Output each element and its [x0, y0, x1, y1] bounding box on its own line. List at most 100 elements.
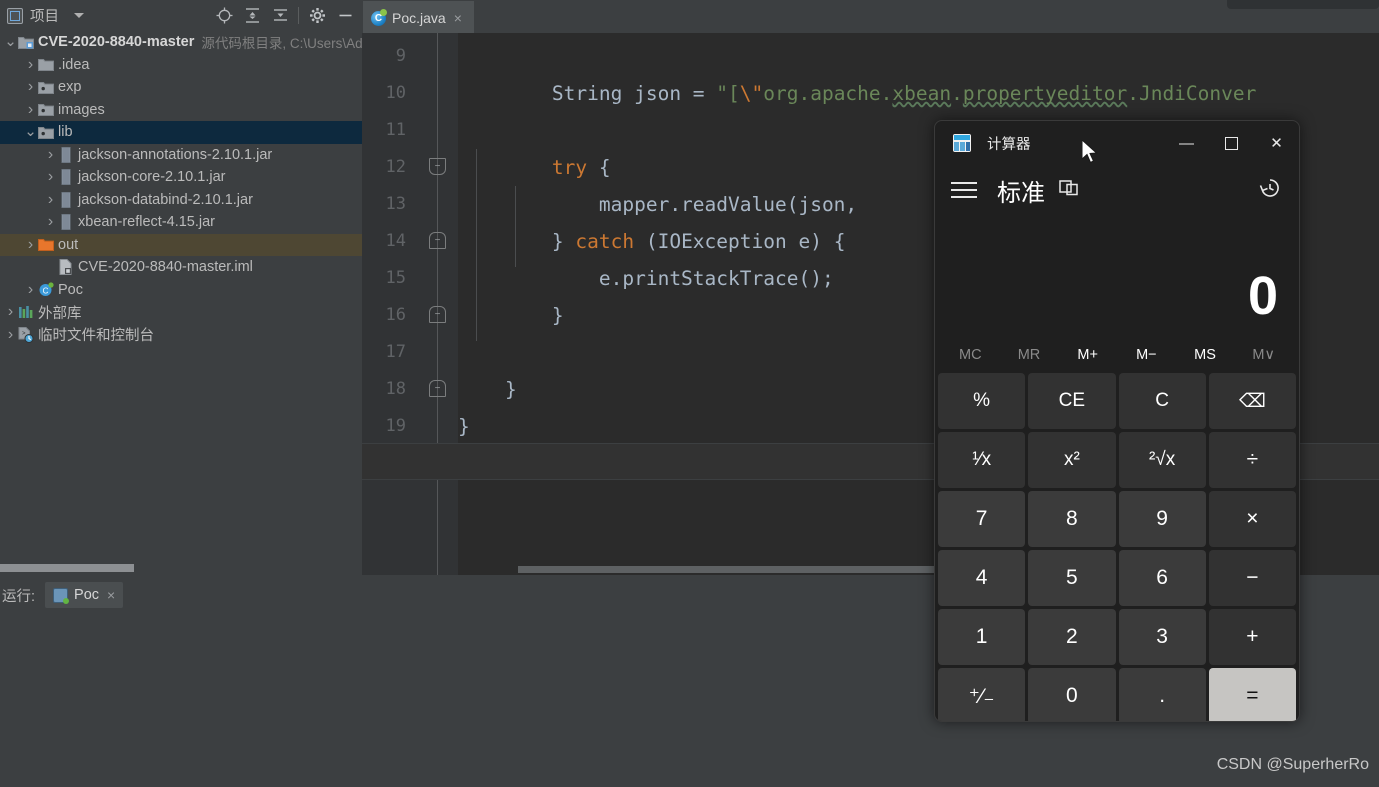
code-line[interactable]: } [458, 371, 517, 408]
close-icon[interactable]: × [107, 587, 115, 603]
calc-key-multiply[interactable]: × [1208, 491, 1296, 547]
chevron-right-icon[interactable]: › [24, 101, 37, 119]
tree-item[interactable]: › jackson-core-2.10.1.jar [0, 166, 362, 189]
calc-key-percent[interactable]: % [938, 373, 1026, 429]
tree-item[interactable]: › exp [0, 76, 362, 99]
calc-key-digit-8[interactable]: 8 [1028, 491, 1116, 547]
minimize-button[interactable]: — [1164, 121, 1209, 165]
project-tree[interactable]: ⌄ CVE-2020-8840-master 源代码根目录, C:\Users\Ad… [0, 31, 362, 561]
memory-button-m[interactable]: M− [1117, 347, 1176, 363]
calculator-window[interactable]: 计算器 — ✕ 标准 0 MC MR M+ M− MS M∨ % CE C ⌫ … [934, 120, 1300, 722]
tree-item[interactable]: › xbean-reflect-4.15.jar [0, 211, 362, 234]
calc-key-digit-4[interactable]: 4 [938, 550, 1026, 606]
fold-collapse-icon[interactable]: − [429, 380, 446, 397]
chevron-down-icon[interactable]: ⌄ [4, 34, 17, 49]
tree-item[interactable]: › C Poc [0, 279, 362, 302]
memory-button-m+[interactable]: M+ [1058, 347, 1117, 363]
scrollbar-thumb[interactable] [518, 566, 948, 573]
tree-item[interactable]: ⌄ lib [0, 121, 362, 144]
calc-key-reciprocal[interactable]: ¹⁄x [938, 432, 1026, 488]
code-line[interactable]: } [458, 408, 470, 445]
chevron-right-icon[interactable]: › [24, 56, 37, 74]
code-line[interactable]: } [458, 297, 564, 334]
tree-item[interactable]: › >_ 临时文件和控制台 [0, 324, 362, 347]
maximize-button[interactable] [1209, 121, 1254, 165]
tree-item-label: jackson-core-2.10.1.jar [78, 169, 226, 186]
hamburger-icon[interactable] [951, 182, 981, 198]
code-line[interactable]: try { [458, 149, 611, 186]
code-line[interactable]: } catch (IOException e) { [458, 223, 846, 260]
keep-on-top-icon[interactable] [1059, 179, 1079, 202]
calc-key-digit-2[interactable]: 2 [1028, 609, 1116, 665]
fold-collapse-icon[interactable]: − [429, 306, 446, 323]
calc-key-digit-0[interactable]: 0 [1028, 668, 1116, 721]
tree-item[interactable]: CVE-2020-8840-master.iml [0, 256, 362, 279]
code-folding-column[interactable]: − − − − [416, 33, 458, 575]
calc-key-plus-minus[interactable]: ⁺⁄₋ [938, 668, 1026, 721]
minimize-icon[interactable] [331, 2, 359, 30]
calc-key-backspace[interactable]: ⌫ [1208, 373, 1296, 429]
calculator-titlebar[interactable]: 计算器 — ✕ [935, 121, 1299, 165]
chevron-right-icon[interactable]: › [44, 191, 57, 209]
chevron-right-icon[interactable]: › [24, 236, 37, 254]
excluded-folder-icon [37, 237, 54, 252]
chevron-right-icon[interactable]: › [44, 213, 57, 231]
calc-key-digit-9[interactable]: 9 [1118, 491, 1206, 547]
tree-item-sublabel: 源代码根目录, C:\Users\Ad [201, 36, 362, 52]
fold-collapse-icon[interactable]: − [429, 232, 446, 249]
expand-all-icon[interactable] [238, 2, 266, 30]
settings-gear-icon[interactable] [303, 2, 331, 30]
project-horizontal-scrollbar[interactable] [0, 561, 362, 575]
run-tab-poc[interactable]: Poc × [45, 582, 124, 608]
locate-icon[interactable] [210, 2, 238, 30]
calc-key-digit-7[interactable]: 7 [938, 491, 1026, 547]
code-token: org.apache. [763, 82, 893, 105]
calc-key-digit-1[interactable]: 1 [938, 609, 1026, 665]
memory-button-mc[interactable]: MC [941, 347, 1000, 363]
calc-key-digit-5[interactable]: 5 [1028, 550, 1116, 606]
memory-button-mr[interactable]: MR [1000, 347, 1059, 363]
memory-button-ms[interactable]: MS [1176, 347, 1235, 363]
code-token: e.printStackTrace(); [458, 267, 834, 290]
calc-key-clear[interactable]: C [1118, 373, 1206, 429]
tree-item[interactable]: › 外部库 [0, 301, 362, 324]
history-icon[interactable] [1259, 177, 1281, 204]
chevron-right-icon[interactable]: › [44, 168, 57, 186]
calc-key-digit-3[interactable]: 3 [1118, 609, 1206, 665]
chevron-down-icon[interactable] [74, 13, 84, 18]
calc-key-decimal-point[interactable]: . [1118, 668, 1206, 721]
tree-item[interactable]: › jackson-annotations-2.10.1.jar [0, 144, 362, 167]
collapse-all-icon[interactable] [266, 2, 294, 30]
screen: 项目 ⌄ CVE-2020-8840-master 源代码根目录, C:\Use… [0, 0, 1379, 787]
tree-item[interactable]: › .idea [0, 54, 362, 77]
tree-item[interactable]: ⌄ CVE-2020-8840-master 源代码根目录, C:\Users\Ad [0, 31, 362, 54]
calc-key-add[interactable]: + [1208, 609, 1296, 665]
calc-key-digit-6[interactable]: 6 [1118, 550, 1206, 606]
calc-key-square[interactable]: x² [1028, 432, 1116, 488]
close-button[interactable]: ✕ [1254, 121, 1299, 165]
close-icon[interactable]: × [454, 10, 462, 26]
project-toolbar: 项目 [0, 0, 362, 31]
calc-key-square-root[interactable]: ²√x [1118, 432, 1206, 488]
calc-key-equals[interactable]: = [1208, 668, 1296, 721]
code-line[interactable]: String json = "[\"org.apache.xbean.prope… [458, 75, 1256, 112]
code-token: xbean [892, 82, 952, 105]
tree-item[interactable]: › jackson-databind-2.10.1.jar [0, 189, 362, 212]
tree-item[interactable]: › images [0, 99, 362, 122]
memory-button-m[interactable]: M∨ [1234, 347, 1293, 363]
calc-key-clear-entry[interactable]: CE [1028, 373, 1116, 429]
chevron-right-icon[interactable]: › [4, 303, 17, 321]
project-panel-title-group[interactable]: 项目 [0, 5, 84, 26]
calc-key-subtract[interactable]: − [1208, 550, 1296, 606]
fold-expand-icon[interactable]: − [429, 158, 446, 175]
tree-item[interactable]: › out [0, 233, 362, 256]
chevron-right-icon[interactable]: › [4, 326, 17, 344]
chevron-right-icon[interactable]: › [24, 281, 37, 299]
chevron-right-icon[interactable]: › [24, 78, 37, 96]
calc-key-divide[interactable]: ÷ [1208, 432, 1296, 488]
tab-poc-java[interactable]: Poc.java × [363, 1, 474, 33]
chevron-down-icon[interactable]: ⌄ [24, 124, 37, 139]
chevron-right-icon[interactable]: › [44, 146, 57, 164]
code-line[interactable]: mapper.readValue(json, [458, 186, 857, 223]
scrollbar-thumb[interactable] [0, 564, 134, 572]
